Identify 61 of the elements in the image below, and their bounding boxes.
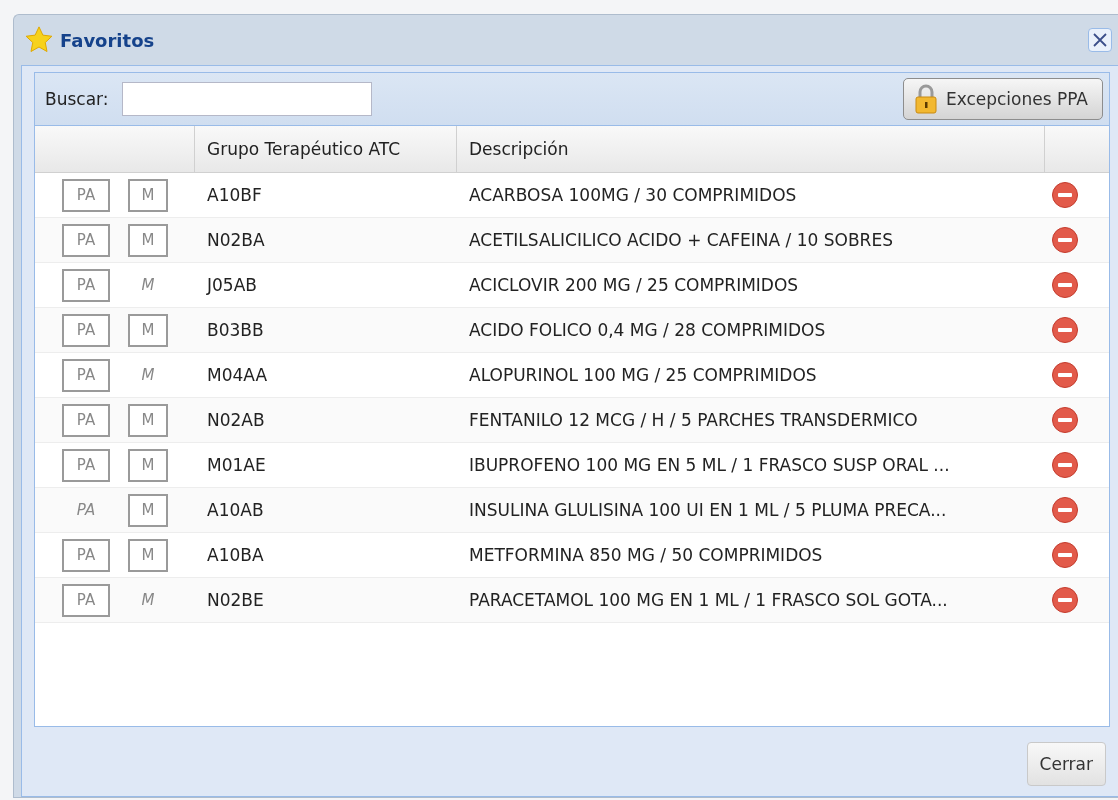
column-title[interactable]: Descripción	[469, 139, 569, 159]
window-title: Favoritos	[60, 29, 156, 51]
pa-toggle[interactable]: PA	[62, 448, 110, 482]
m-toggle[interactable]: M	[128, 358, 168, 392]
pa-toggle[interactable]: PA	[62, 223, 110, 257]
table-cell: FENTANILO 12 MCG / H / 5 PARCHES TRANSDERMICO	[469, 410, 918, 430]
table-cell: ALOPURINOL 100 MG / 25 COMPRIMIDOS	[469, 365, 817, 385]
star-icon	[24, 25, 54, 55]
padlock-icon	[913, 84, 938, 114]
column-title[interactable]: Grupo Terapéutico ATC	[207, 139, 401, 159]
table-cell: M04AA	[207, 365, 268, 385]
m-toggle[interactable]: M	[128, 538, 168, 572]
table-cell: ACIDO FOLICO 0,4 MG / 28 COMPRIMIDOS	[469, 320, 826, 340]
table-cell: J05AB	[207, 275, 257, 295]
m-toggle[interactable]: M	[128, 178, 168, 212]
close-button[interactable]	[1088, 28, 1112, 52]
close-icon	[1092, 32, 1108, 48]
remove-icon[interactable]	[1051, 226, 1079, 254]
table-cell: IBUPROFENO 100 MG EN 5 ML / 1 FRASCO SUSP ORAL ...	[469, 455, 950, 475]
table-cell: METFORMINA 850 MG / 50 COMPRIMIDOS	[469, 545, 823, 565]
remove-icon[interactable]	[1051, 406, 1079, 434]
pa-toggle[interactable]: PA	[62, 403, 110, 437]
m-toggle[interactable]: M	[128, 268, 168, 302]
table-cell: A10BA	[207, 545, 264, 565]
search-label: Buscar:	[45, 89, 109, 109]
pa-toggle[interactable]: PA	[62, 493, 110, 527]
pa-toggle[interactable]: PA	[62, 268, 110, 302]
remove-icon[interactable]	[1051, 496, 1079, 524]
table-cell: ACETILSALICILICO ACIDO + CAFEINA / 10 SOBRES	[469, 230, 893, 250]
pa-toggle[interactable]: PA	[62, 538, 110, 572]
remove-icon[interactable]	[1051, 271, 1079, 299]
pa-toggle[interactable]: PA	[62, 358, 110, 392]
m-toggle[interactable]: M	[128, 448, 168, 482]
table-cell: B03BB	[207, 320, 264, 340]
table-cell: N02BE	[207, 590, 264, 610]
table-cell: ACARBOSA 100MG / 30 COMPRIMIDOS	[469, 185, 797, 205]
m-toggle[interactable]: M	[128, 583, 168, 617]
pa-toggle[interactable]: PA	[62, 583, 110, 617]
remove-icon[interactable]	[1051, 541, 1079, 569]
search-field[interactable]	[122, 82, 373, 116]
m-toggle[interactable]: M	[128, 493, 168, 527]
remove-icon[interactable]	[1051, 361, 1079, 389]
pa-toggle[interactable]: PA	[62, 178, 110, 212]
table-cell: INSULINA GLULISINA 100 UI EN 1 ML / 5 PLUMA PRECA...	[469, 500, 947, 520]
table-cell: M01AE	[207, 455, 266, 475]
remove-icon[interactable]	[1051, 316, 1079, 344]
table-cell: PARACETAMOL 100 MG EN 1 ML / 1 FRASCO SOL GOTA...	[469, 590, 948, 610]
table-cell: N02AB	[207, 410, 265, 430]
exceptions-button[interactable]: Excepciones PPA	[902, 78, 1103, 120]
table-cell: A10BF	[207, 185, 262, 205]
m-toggle[interactable]: M	[128, 223, 168, 257]
close-dialog-button[interactable]: Cerrar	[1026, 742, 1106, 786]
table-cell: A10AB	[207, 500, 264, 520]
m-toggle[interactable]: M	[128, 313, 168, 347]
table-cell: ACICLOVIR 200 MG / 25 COMPRIMIDOS	[469, 275, 799, 295]
table-cell: N02BA	[207, 230, 265, 250]
remove-icon[interactable]	[1051, 586, 1079, 614]
remove-icon[interactable]	[1051, 181, 1079, 209]
remove-icon[interactable]	[1051, 451, 1079, 479]
m-toggle[interactable]: M	[128, 403, 168, 437]
pa-toggle[interactable]: PA	[62, 313, 110, 347]
